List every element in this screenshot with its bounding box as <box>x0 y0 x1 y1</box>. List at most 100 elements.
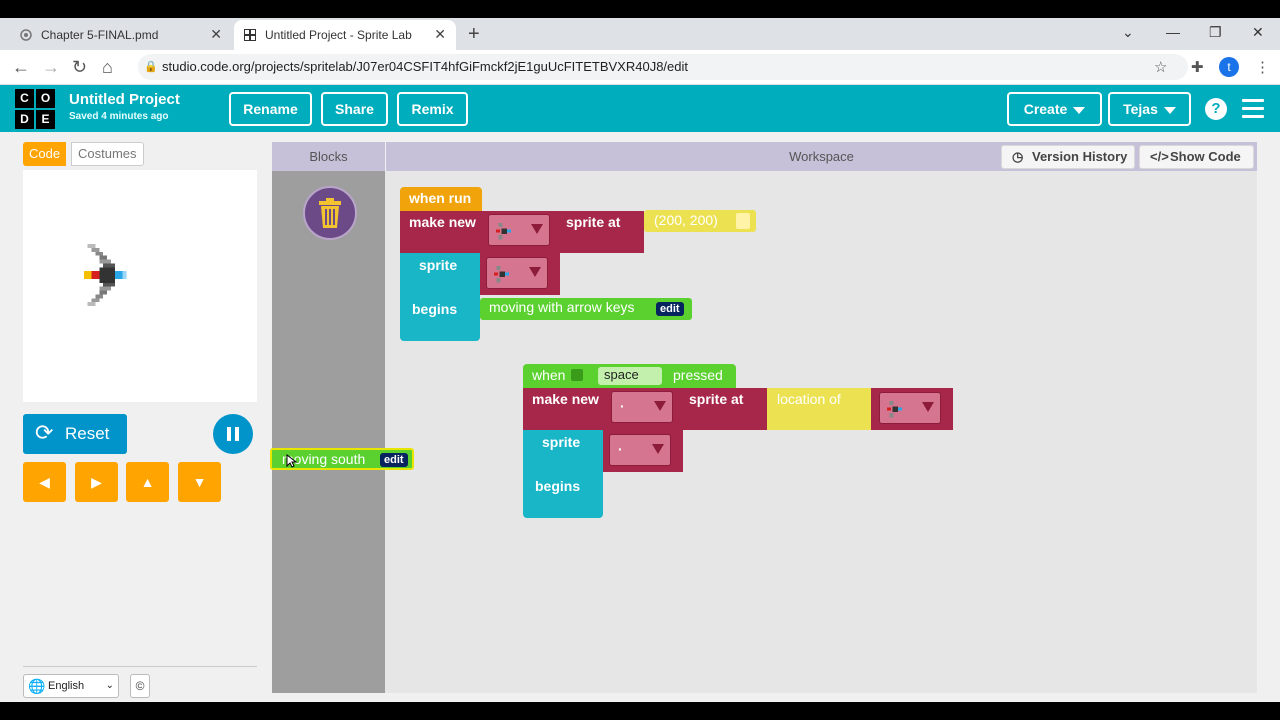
remix-button[interactable]: Remix <box>397 92 468 126</box>
rename-button[interactable]: Rename <box>229 92 312 126</box>
costume-dropdown[interactable] <box>488 214 550 246</box>
edit-pill[interactable]: edit <box>656 302 684 316</box>
profile-avatar[interactable]: t <box>1219 57 1239 77</box>
make-new-sprite-block[interactable]: make new sprite at <box>400 211 644 253</box>
left-arrow-button[interactable]: ◀ <box>23 462 66 502</box>
lightbulb-icon <box>736 213 750 229</box>
sprite-begins-block[interactable]: sprite begins <box>400 253 480 341</box>
down-arrow-button[interactable]: ▼ <box>178 462 221 502</box>
browser-menu-icon[interactable]: ⋮ <box>1255 58 1270 76</box>
codeorg-favicon-icon <box>244 29 256 41</box>
right-arrow-button[interactable]: ▶ <box>75 462 118 502</box>
block-label: location of <box>777 391 841 407</box>
url-field[interactable]: 🔒 studio.code.org/projects/spritelab/J07… <box>138 54 1188 80</box>
blocks-header: Blocks <box>272 142 385 171</box>
copyright-button[interactable]: © <box>130 674 150 698</box>
user-name: Tejas <box>1123 101 1158 117</box>
address-bar: ← → ↻ ⌂ 🔒 studio.code.org/projects/sprit… <box>0 50 1280 85</box>
block-label: begins <box>412 301 458 317</box>
sprite-selector-block[interactable] <box>480 253 560 295</box>
url-text: studio.code.org/projects/spritelab/J07er… <box>162 59 689 74</box>
new-tab-icon[interactable]: + <box>468 23 480 46</box>
version-history-label: Version History <box>1032 149 1128 164</box>
show-code-button[interactable]: </> Show Code <box>1139 145 1254 169</box>
restore-icon[interactable]: ❐ <box>1209 24 1222 41</box>
create-menu-button[interactable]: Create <box>1007 92 1102 126</box>
dropdown-arrow-icon <box>529 267 541 277</box>
empty-value: · <box>620 398 625 414</box>
hamburger-menu-icon[interactable] <box>1242 99 1264 123</box>
tab-code[interactable]: Code <box>23 142 67 166</box>
close-window-icon[interactable]: ✕ <box>1252 24 1264 41</box>
codeorg-logo[interactable]: C O D E <box>15 89 55 129</box>
trash-can-icon[interactable] <box>303 186 357 240</box>
forward-icon[interactable]: → <box>42 57 60 78</box>
share-button[interactable]: Share <box>321 92 388 126</box>
block-label: pressed <box>673 367 723 383</box>
sprite-selector-block-2[interactable] <box>871 388 953 430</box>
tab-title: Untitled Project - Sprite Lab <box>265 28 412 42</box>
lock-icon: 🔒 <box>144 61 158 73</box>
browser-tab-spritelab[interactable]: Untitled Project - Sprite Lab ✕ <box>234 20 456 50</box>
close-tab-icon[interactable]: ✕ <box>210 26 222 43</box>
caret-down-icon <box>1163 106 1176 114</box>
help-icon[interactable]: ? <box>1205 98 1227 120</box>
browser-tabstrip: Chapter 5-FINAL.pmd ✕ Untitled Project -… <box>0 18 1280 50</box>
browser-tab-chapter[interactable]: Chapter 5-FINAL.pmd ✕ <box>0 20 232 50</box>
close-tab-icon[interactable]: ✕ <box>434 26 446 43</box>
block-label: sprite <box>542 434 581 450</box>
home-icon[interactable]: ⌂ <box>102 57 113 78</box>
dropdown-arrow-icon <box>922 402 934 412</box>
when-dropdown[interactable] <box>571 369 583 381</box>
divider <box>23 666 257 667</box>
costume-dropdown[interactable]: · <box>611 391 673 423</box>
key-value: space <box>604 367 639 382</box>
block-label: make new <box>532 391 599 407</box>
moving-arrow-keys-block[interactable]: moving with arrow keys edit <box>480 298 692 320</box>
tab-costumes[interactable]: Costumes <box>71 142 144 166</box>
screen: Chapter 5-FINAL.pmd ✕ Untitled Project -… <box>0 18 1280 702</box>
location-block[interactable]: (200, 200) <box>644 210 756 232</box>
key-dropdown[interactable]: space <box>598 367 662 385</box>
pause-bar <box>235 427 239 441</box>
pause-button[interactable] <box>213 414 253 454</box>
codeorg-header: C O D E Untitled Project Saved 4 minutes… <box>0 85 1280 132</box>
reload-icon[interactable]: ↻ <box>72 57 87 78</box>
trash-glyph <box>319 198 341 228</box>
extensions-icon[interactable]: ✚ <box>1191 58 1204 76</box>
spaceship-thumb-icon <box>886 400 902 418</box>
sprite-begins-block-2[interactable]: sprite begins <box>523 430 603 518</box>
back-icon[interactable]: ← <box>12 57 30 78</box>
left-panel: Code Costumes ⟳ Reset ◀ ▶ ▲ ▼ 🌐 English … <box>0 132 270 702</box>
bookmark-star-icon[interactable]: ☆ <box>1154 58 1167 76</box>
location-of-block[interactable]: location of <box>767 388 871 430</box>
language-select[interactable]: 🌐 English ⌄ <box>23 674 119 698</box>
dropdown-arrow-icon <box>652 444 664 454</box>
show-code-label: Show Code <box>1170 149 1241 164</box>
up-arrow-button[interactable]: ▲ <box>126 462 169 502</box>
block-label: moving with arrow keys <box>489 299 635 315</box>
when-run-block[interactable]: when run <box>400 187 482 211</box>
toolbox[interactable] <box>272 171 385 693</box>
reset-button[interactable]: ⟳ Reset <box>23 414 127 454</box>
make-new-sprite-block-2[interactable]: make new · sprite at <box>523 388 767 430</box>
version-history-button[interactable]: ◷ Version History <box>1001 145 1135 169</box>
logo-letter: C <box>15 89 34 108</box>
sprite-selector-block-3[interactable]: · <box>603 430 683 472</box>
user-menu-button[interactable]: Tejas <box>1108 92 1191 126</box>
tab-search-icon[interactable]: ⌄ <box>1122 24 1134 41</box>
when-key-pressed-block[interactable]: when space pressed <box>523 364 736 388</box>
create-label: Create <box>1023 101 1068 117</box>
edit-pill[interactable]: edit <box>380 453 408 467</box>
minimize-icon[interactable]: — <box>1166 24 1180 40</box>
spaceship-thumb-icon <box>495 222 511 240</box>
sprite-dropdown[interactable] <box>486 257 548 289</box>
language-value: English <box>48 680 85 692</box>
clock-icon: ◷ <box>1012 149 1024 164</box>
sprite-dropdown[interactable]: · <box>609 434 671 466</box>
block-label: when <box>532 367 566 383</box>
sprite-dropdown[interactable] <box>879 392 941 424</box>
game-stage[interactable] <box>23 170 257 402</box>
pause-bar <box>227 427 231 441</box>
code-icon: </> <box>1150 149 1169 164</box>
